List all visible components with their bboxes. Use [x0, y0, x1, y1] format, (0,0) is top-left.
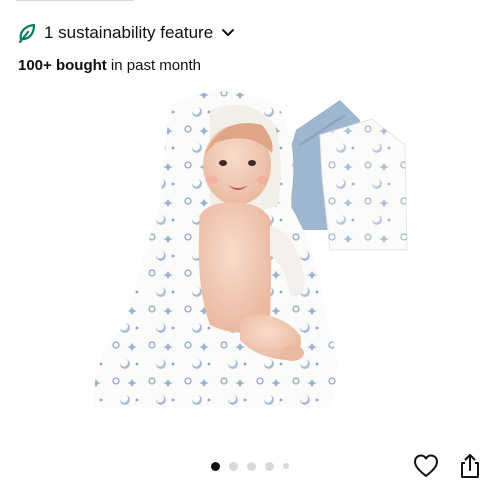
carousel-dot[interactable] [283, 463, 289, 469]
towel-colors-inset [290, 100, 408, 251]
share-icon [461, 454, 479, 478]
chevron-down-icon [222, 29, 235, 36]
top-divider [16, 0, 134, 1]
sustainability-feature-label: 1 sustainability feature [44, 23, 214, 42]
sustainability-feature-toggle[interactable]: 1 sustainability feature [18, 20, 235, 46]
purchase-stats: 100+ bought in past month [18, 56, 201, 76]
heart-icon [414, 454, 438, 477]
leaf-icon [18, 23, 36, 43]
carousel-dot[interactable] [247, 461, 256, 471]
product-image-gallery[interactable] [0, 85, 500, 425]
carousel-dot-active[interactable] [211, 461, 220, 471]
bought-count: 100+ bought [18, 57, 107, 74]
bought-period: in past month [106, 57, 201, 74]
favorite-button[interactable] [412, 452, 440, 480]
carousel-dot[interactable] [229, 461, 238, 471]
share-button[interactable] [456, 452, 484, 480]
product-photo [94, 91, 408, 408]
carousel-dot[interactable] [265, 461, 274, 471]
